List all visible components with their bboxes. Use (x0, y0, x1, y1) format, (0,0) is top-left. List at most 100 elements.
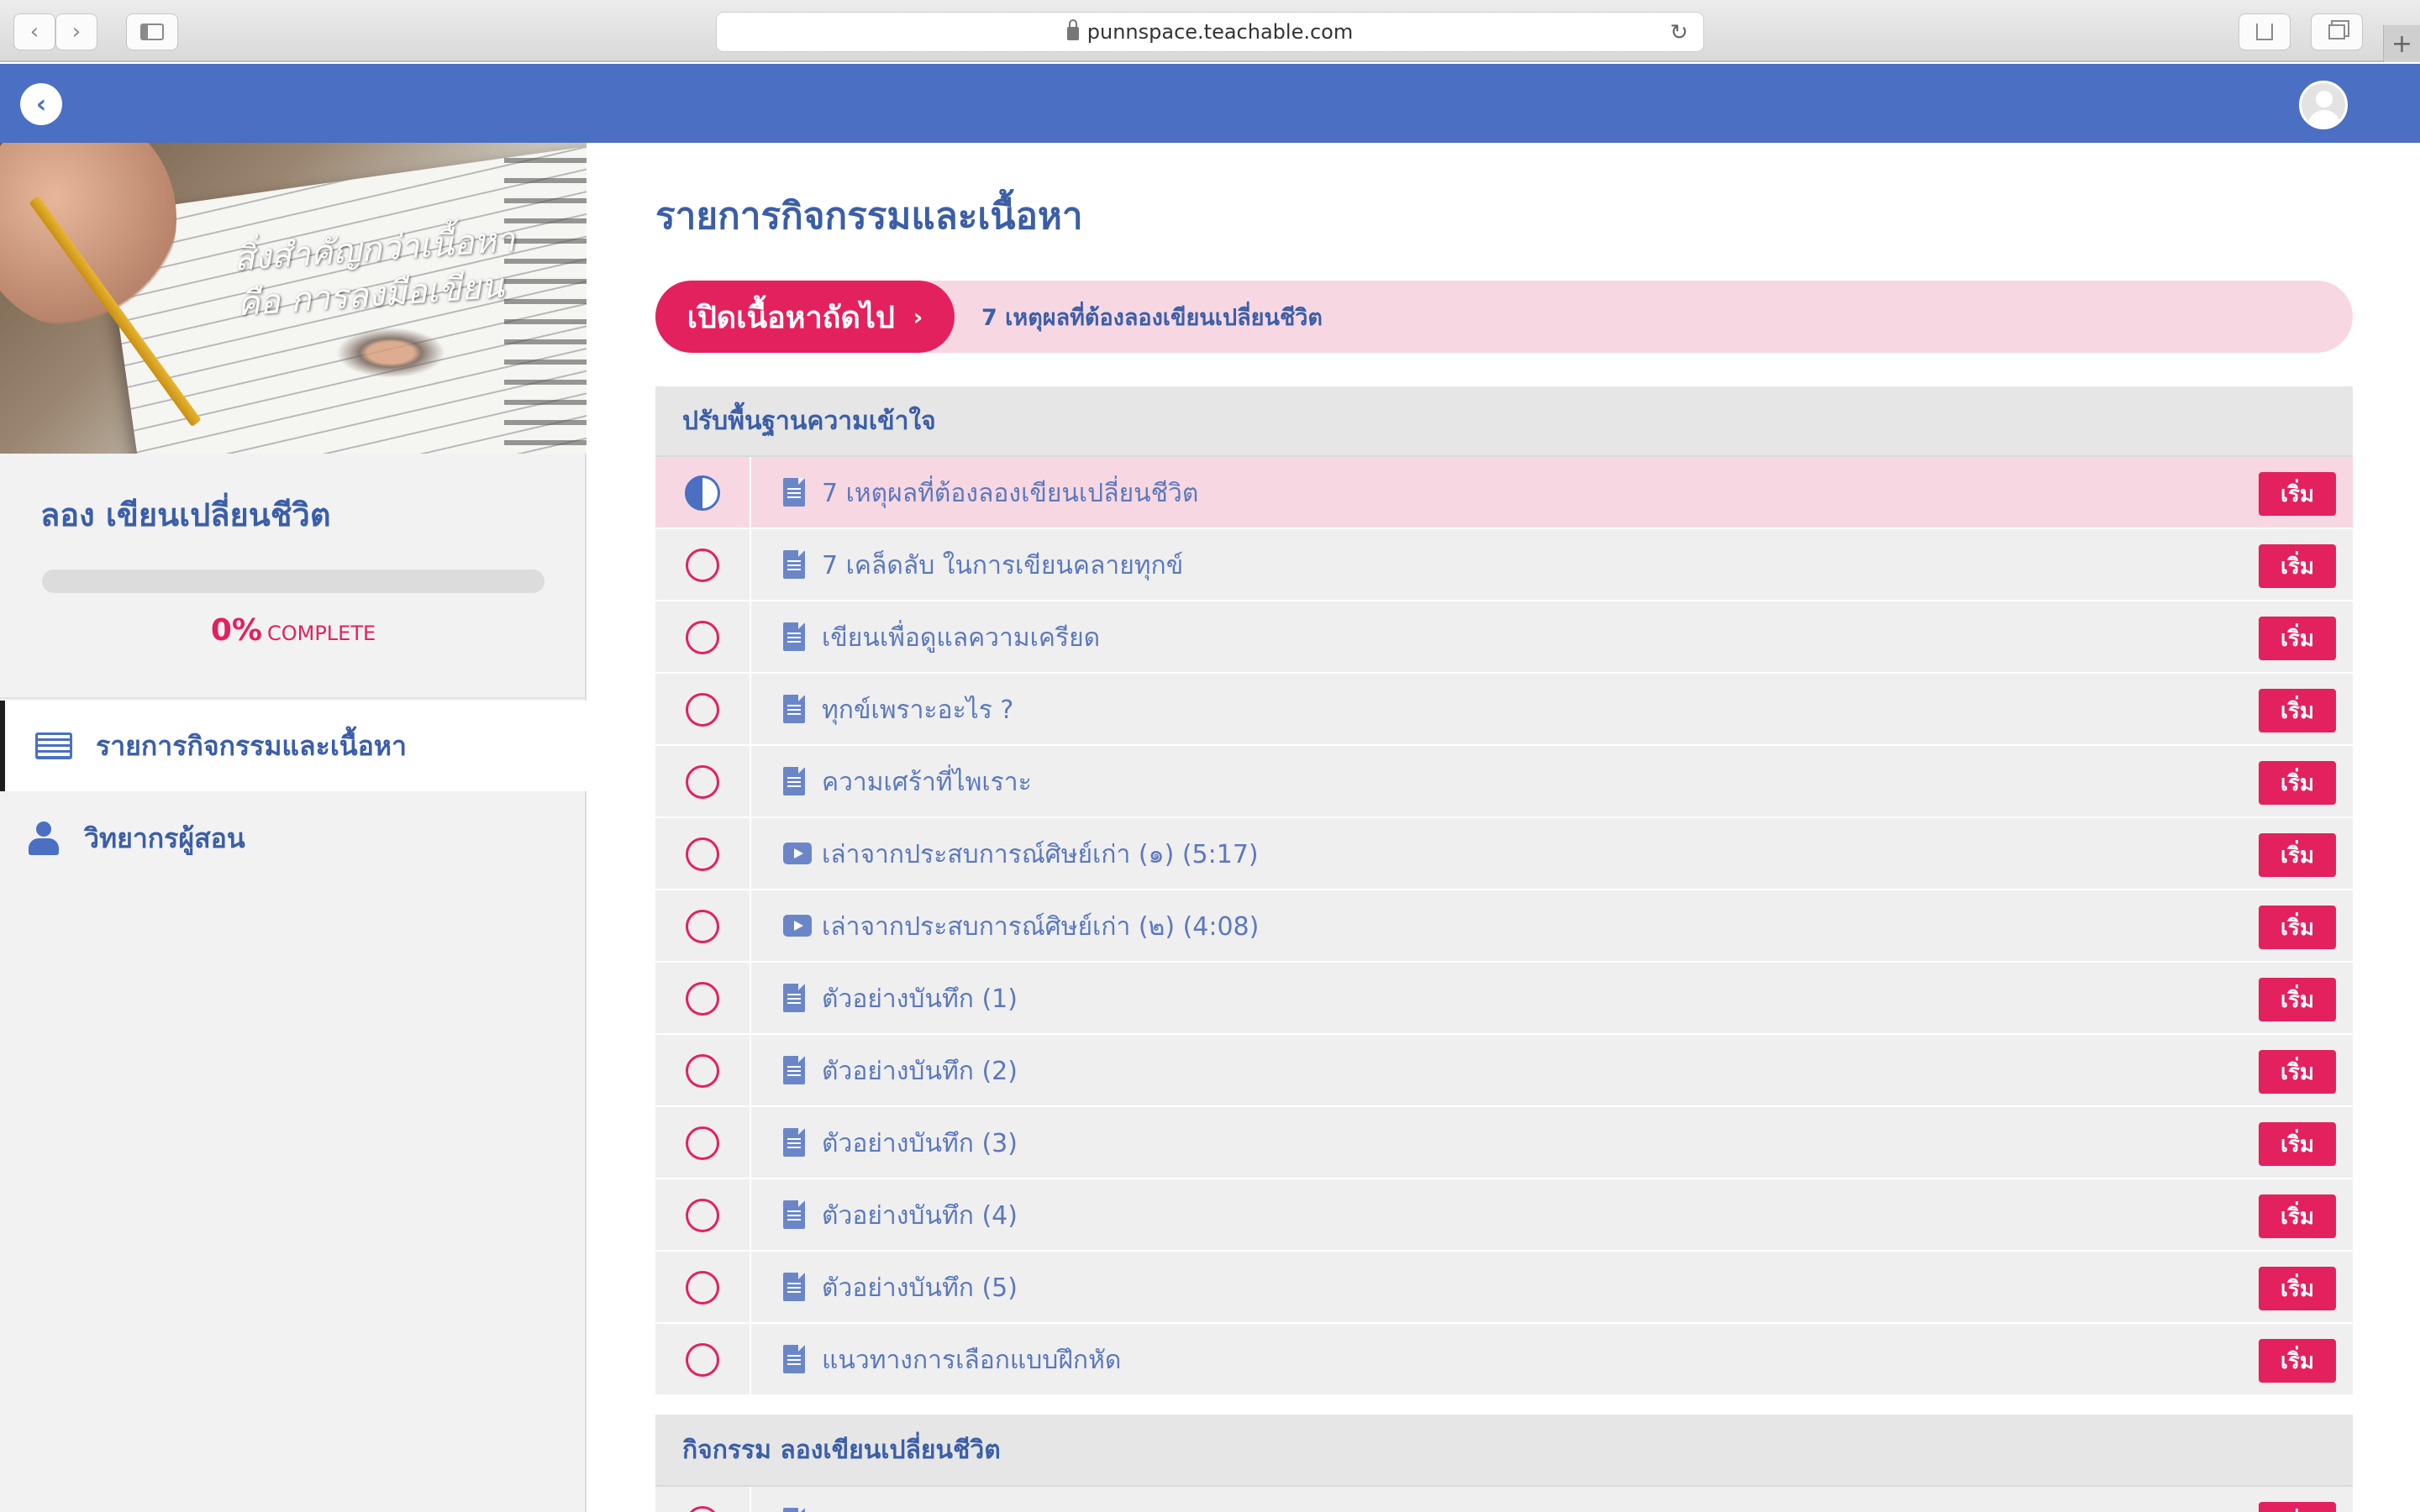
lecture-title[interactable]: เขียนเพื่อดูแลความเครียด (822, 601, 1100, 674)
back-to-course-button[interactable]: ‹ (20, 83, 62, 125)
document-icon (783, 622, 805, 651)
new-tab-button[interactable]: + (2383, 25, 2420, 62)
lecture-status (655, 457, 751, 529)
video-icon (783, 911, 812, 937)
document-icon (783, 1056, 805, 1084)
not-started-circle-icon (686, 1126, 719, 1160)
start-lecture-button[interactable]: เริ่ม (2259, 1122, 2336, 1166)
document-icon (783, 984, 805, 1012)
lecture-status (655, 1179, 751, 1252)
user-avatar[interactable] (2299, 81, 2348, 129)
lecture-title[interactable]: เล่าจากประสบการณ์ศิษย์เก่า (๒) (4:08) (822, 890, 1259, 963)
lecture-row[interactable]: ความเศร้าที่ไพเราะ เริ่ม (655, 746, 2353, 818)
lecture-row[interactable]: เล่าจากประสบการณ์ศิษย์เก่า (๑) (5:17) เริ… (655, 818, 2353, 890)
lecture-title[interactable]: ความเศร้าที่ไพเราะ (822, 746, 1032, 818)
lecture-status (655, 1252, 751, 1324)
start-lecture-button[interactable]: เริ่ม (2259, 978, 2336, 1021)
sidebar-item-curriculum[interactable]: รายการกิจกรรมและเนื้อหา (0, 701, 587, 791)
start-lecture-button[interactable]: เริ่ม (2259, 1050, 2336, 1094)
lecture-row[interactable]: เขียนเพื่อดูแลความเครียด เริ่ม (655, 601, 2353, 674)
section-title: ปรับพื้นฐานความเข้าใจ (655, 386, 2353, 457)
section-title: กิจกรรม ลองเขียนเปลี่ยนชีวิต (655, 1415, 2353, 1487)
lecture-status (655, 529, 751, 601)
main-content: รายการกิจกรรมและเนื้อหา เปิดเนื้อหาถัดไป… (588, 143, 2420, 1512)
document-icon (783, 1273, 805, 1301)
lecture-row[interactable]: 7 เหตุผลที่ต้องลองเขียนเปลี่ยนชีวิต เริ่ม (655, 457, 2353, 529)
lecture-title[interactable]: ตัวอย่างบันทึก (5) (822, 1252, 1018, 1324)
chevron-right-icon: › (71, 19, 82, 45)
plus-icon: + (2391, 29, 2413, 59)
sidebar-item-label: รายการกิจกรรมและเนื้อหา (96, 729, 407, 762)
lecture-row[interactable]: ตัวอย่างบันทึก (3) เริ่ม (655, 1107, 2353, 1179)
lecture-title[interactable]: ทุกข์เพราะอะไร ? (822, 674, 1013, 746)
sidebar-item-label: วิทยากรผู้สอน (84, 822, 245, 854)
lecture-row-partial[interactable]: เริ่ม (655, 1487, 2353, 1512)
reload-icon[interactable]: ↻ (1670, 20, 1688, 45)
not-started-circle-icon (686, 1271, 719, 1305)
start-lecture-button[interactable]: เริ่ม (2259, 761, 2336, 805)
document-icon (783, 1345, 805, 1373)
url-text: punnspace.teachable.com (1086, 20, 1354, 44)
start-lecture-button[interactable]: เริ่ม (2259, 689, 2336, 732)
lecture-status (655, 1035, 751, 1107)
lecture-title[interactable]: ตัวอย่างบันทึก (2) (822, 1035, 1018, 1107)
start-lecture-button[interactable]: เริ่ม (2259, 1194, 2336, 1238)
start-lecture-button[interactable]: เริ่ม (2259, 1267, 2336, 1310)
lecture-title[interactable]: แนวทางการเลือกแบบฝึกหัด (822, 1324, 1121, 1396)
start-lecture-button[interactable]: เริ่ม (2259, 906, 2336, 949)
document-icon (783, 1508, 805, 1512)
sidebar-divider (0, 697, 587, 699)
pencil-shavings (336, 328, 445, 378)
lecture-row[interactable]: เล่าจากประสบการณ์ศิษย์เก่า (๒) (4:08) เริ… (655, 890, 2353, 963)
lecture-row[interactable]: 7 เคล็ดลับ ในการเขียนคลายทุกข์ เริ่ม (655, 529, 2353, 601)
open-next-lecture-button[interactable]: เปิดเนื้อหาถัดไป › (655, 281, 955, 353)
lecture-title[interactable]: 7 เคล็ดลับ ในการเขียนคลายทุกข์ (822, 529, 1183, 601)
address-bar[interactable]: punnspace.teachable.com ↻ (716, 12, 1704, 52)
progress-text: 0% COMPLETE (0, 613, 587, 648)
document-icon (783, 1200, 805, 1229)
start-lecture-button[interactable]: เริ่ม (2259, 472, 2336, 516)
start-lecture-button[interactable]: เริ่ม (2259, 833, 2336, 877)
person-icon (29, 822, 59, 855)
chevron-left-icon: ‹ (35, 89, 47, 119)
start-lecture-button[interactable]: เริ่ม (2259, 617, 2336, 660)
next-lecture-title[interactable]: 7 เหตุผลที่ต้องลองเขียนเปลี่ยนชีวิต (981, 281, 1323, 353)
lecture-row[interactable]: ตัวอย่างบันทึก (1) เริ่ม (655, 963, 2353, 1035)
lecture-row[interactable]: ตัวอย่างบันทึก (4) เริ่ม (655, 1179, 2353, 1252)
progress-percent: 0% (210, 613, 262, 648)
page-title: รายการกิจกรรมและเนื้อหา (655, 195, 1083, 238)
lecture-title[interactable]: ตัวอย่างบันทึก (4) (822, 1179, 1018, 1252)
start-lecture-button[interactable]: เริ่ม (2259, 1339, 2336, 1383)
lecture-row[interactable]: ตัวอย่างบันทึก (5) เริ่ม (655, 1252, 2353, 1324)
share-icon (2256, 24, 2273, 40)
sidebar-item-instructor[interactable]: วิทยากรผู้สอน (0, 793, 587, 884)
lecture-title[interactable]: เล่าจากประสบการณ์ศิษย์เก่า (๑) (5:17) (822, 818, 1259, 890)
lecture-row[interactable]: ทุกข์เพราะอะไร ? เริ่ม (655, 674, 2353, 746)
lecture-row[interactable]: ตัวอย่างบันทึก (2) เริ่ม (655, 1035, 2353, 1107)
in-progress-circle-icon (685, 475, 720, 511)
avatar-head-shape (2316, 91, 2333, 108)
lecture-row[interactable]: แนวทางการเลือกแบบฝึกหัด เริ่ม (655, 1324, 2353, 1396)
browser-back-button[interactable]: ‹ (13, 13, 55, 50)
start-lecture-button[interactable]: เริ่ม (2259, 544, 2336, 588)
share-button[interactable] (2238, 13, 2291, 50)
not-started-circle-icon (686, 982, 719, 1016)
document-icon (783, 1128, 805, 1157)
lecture-title[interactable]: ตัวอย่างบันทึก (1) (822, 963, 1018, 1035)
lecture-list: 7 เหตุผลที่ต้องลองเขียนเปลี่ยนชีวิต เริ่ม… (655, 457, 2353, 1396)
browser-forward-button[interactable]: › (55, 13, 97, 50)
sidebar-toggle-button[interactable] (126, 13, 178, 50)
chevron-right-icon: › (913, 302, 923, 331)
lecture-title[interactable]: ตัวอย่างบันทึก (3) (822, 1107, 1018, 1179)
list-icon (35, 732, 72, 759)
not-started-circle-icon (686, 765, 719, 799)
lecture-status (655, 1107, 751, 1179)
start-lecture-button[interactable]: เริ่ม (2259, 1502, 2336, 1512)
lecture-status (655, 601, 751, 674)
lecture-status (655, 890, 751, 963)
not-started-circle-icon (686, 1199, 719, 1232)
tabs-overview-button[interactable] (2311, 13, 2363, 50)
lecture-title[interactable]: 7 เหตุผลที่ต้องลองเขียนเปลี่ยนชีวิต (822, 457, 1198, 529)
document-icon (783, 478, 805, 507)
tabs-icon (2328, 24, 2345, 39)
